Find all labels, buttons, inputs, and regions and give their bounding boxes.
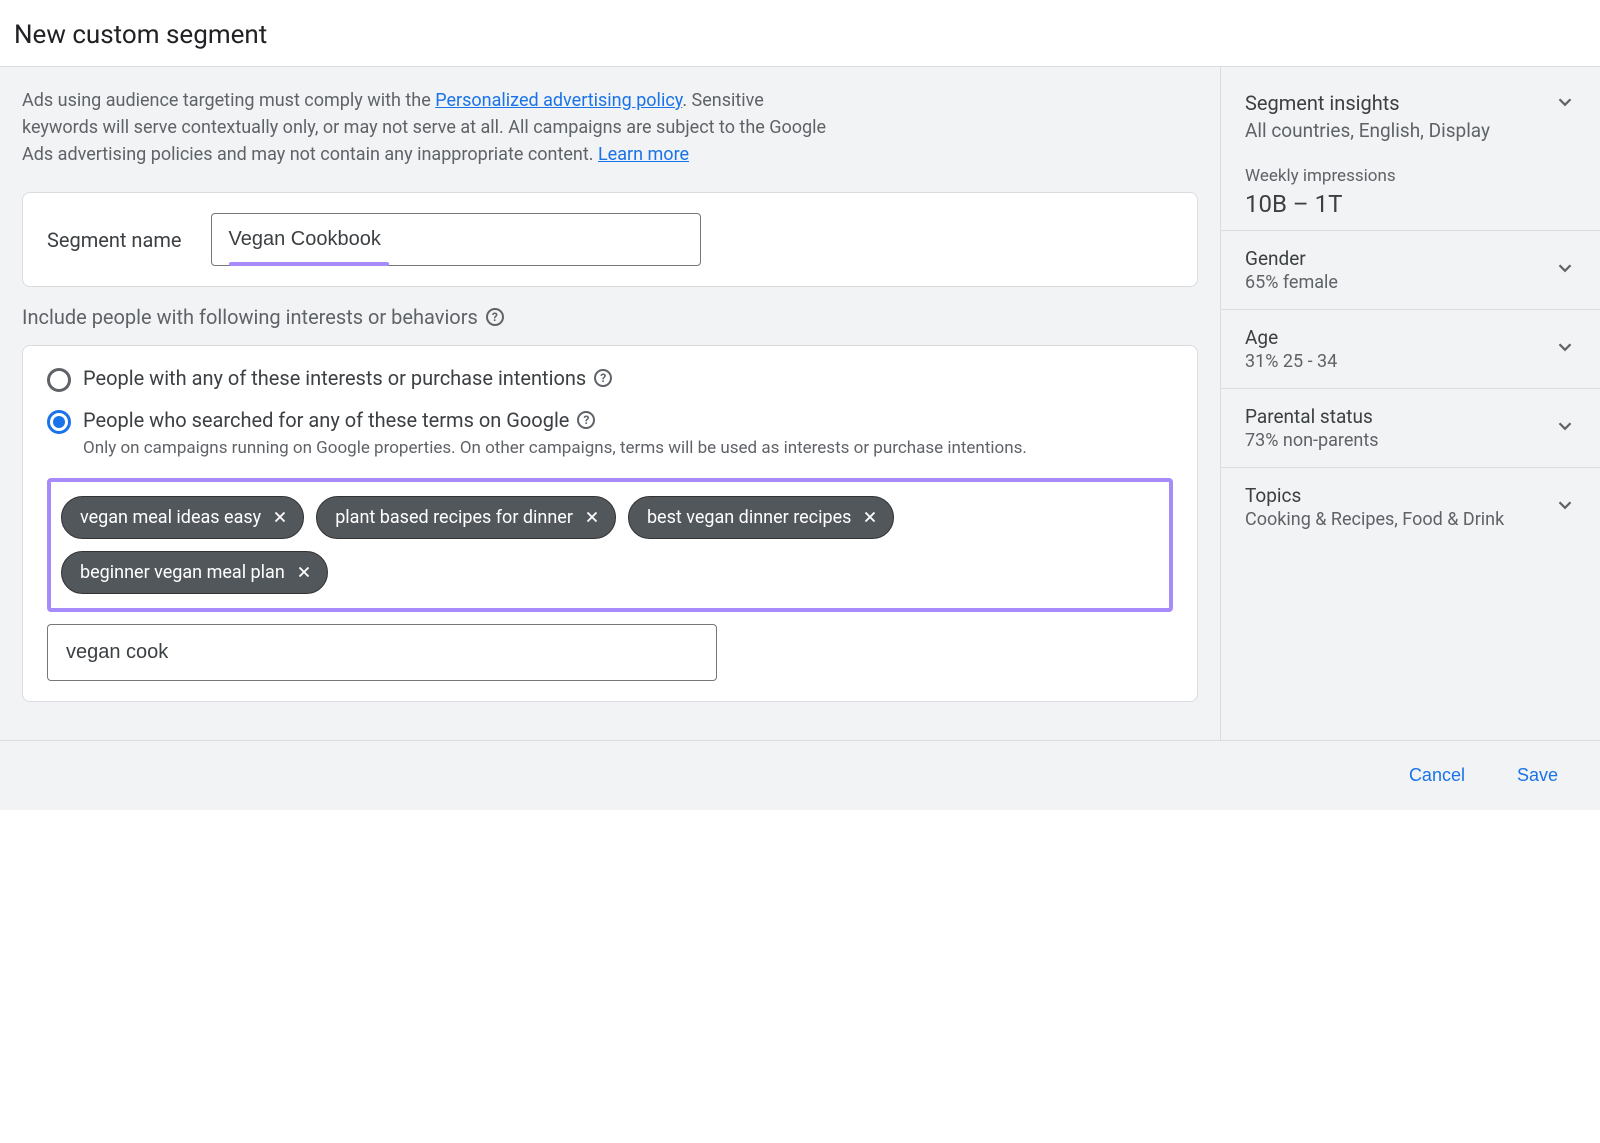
include-heading: Include people with following interests … xyxy=(22,305,1198,329)
policy-link[interactable]: Personalized advertising policy xyxy=(435,90,682,111)
term-chip: vegan meal ideas easy xyxy=(61,496,304,539)
radio-searched-terms[interactable]: People who searched for any of these ter… xyxy=(47,408,1173,462)
chevron-down-icon[interactable] xyxy=(1554,257,1576,283)
radio-dot-icon xyxy=(53,416,65,428)
chip-label: beginner vegan meal plan xyxy=(80,562,285,583)
impressions-value: 10B – 1T xyxy=(1245,190,1576,218)
learn-more-link[interactable]: Learn more xyxy=(598,144,689,165)
policy-notice: Ads using audience targeting must comply… xyxy=(22,87,842,168)
page-title: New custom segment xyxy=(14,20,1586,50)
close-icon[interactable] xyxy=(861,508,879,526)
insight-parental-status[interactable]: Parental status 73% non-parents xyxy=(1221,388,1600,467)
insight-value: 65% female xyxy=(1245,272,1546,293)
radio-icon xyxy=(47,368,71,392)
insight-label: Age xyxy=(1245,326,1546,349)
insight-label: Topics xyxy=(1245,484,1546,507)
chevron-down-icon[interactable] xyxy=(1554,91,1576,117)
insight-age[interactable]: Age 31% 25 - 34 xyxy=(1221,309,1600,388)
add-term-input[interactable] xyxy=(47,624,717,681)
term-chip: best vegan dinner recipes xyxy=(628,496,895,539)
radio-searched-label: People who searched for any of these ter… xyxy=(83,408,569,432)
include-heading-text: Include people with following interests … xyxy=(22,305,478,329)
chevron-down-icon[interactable] xyxy=(1554,494,1576,520)
chevron-down-icon[interactable] xyxy=(1554,415,1576,441)
insights-subtitle: All countries, English, Display xyxy=(1245,119,1490,142)
segment-name-card: Segment name xyxy=(22,192,1198,287)
radio-icon-selected xyxy=(47,410,71,434)
main-panel: Ads using audience targeting must comply… xyxy=(0,67,1220,740)
close-icon[interactable] xyxy=(295,563,313,581)
highlight-underline xyxy=(229,262,389,266)
chip-label: vegan meal ideas easy xyxy=(80,507,261,528)
impressions-label: Weekly impressions xyxy=(1245,166,1576,186)
chevron-down-icon[interactable] xyxy=(1554,336,1576,362)
chip-label: plant based recipes for dinner xyxy=(335,507,573,528)
insight-value: 73% non-parents xyxy=(1245,430,1546,451)
insight-topics[interactable]: Topics Cooking & Recipes, Food & Drink xyxy=(1221,467,1600,546)
footer: Cancel Save xyxy=(0,740,1600,810)
chip-label: best vegan dinner recipes xyxy=(647,507,852,528)
policy-text-prefix: Ads using audience targeting must comply… xyxy=(22,90,435,111)
cancel-button[interactable]: Cancel xyxy=(1397,757,1477,794)
radio-searched-sublabel: Only on campaigns running on Google prop… xyxy=(83,436,1173,462)
term-chip: plant based recipes for dinner xyxy=(316,496,616,539)
insight-gender[interactable]: Gender 65% female xyxy=(1221,230,1600,309)
behaviors-card: People with any of these interests or pu… xyxy=(22,345,1198,702)
help-icon[interactable]: ? xyxy=(486,308,504,326)
save-button[interactable]: Save xyxy=(1505,757,1570,794)
insight-value: 31% 25 - 34 xyxy=(1245,351,1546,372)
insights-title: Segment insights xyxy=(1245,91,1490,115)
radio-interests-label: People with any of these interests or pu… xyxy=(83,366,586,390)
insight-value: Cooking & Recipes, Food & Drink xyxy=(1245,509,1546,530)
content-area: Ads using audience targeting must comply… xyxy=(0,67,1600,740)
header: New custom segment xyxy=(0,0,1600,67)
help-icon[interactable]: ? xyxy=(594,369,612,387)
help-icon[interactable]: ? xyxy=(577,411,595,429)
insights-sidebar: Segment insights All countries, English,… xyxy=(1220,67,1600,740)
segment-name-input[interactable] xyxy=(211,213,701,266)
segment-name-label: Segment name xyxy=(47,228,181,252)
close-icon[interactable] xyxy=(583,508,601,526)
search-terms-chips: vegan meal ideas easy plant based recipe… xyxy=(47,478,1173,612)
radio-interests[interactable]: People with any of these interests or pu… xyxy=(47,366,1173,392)
close-icon[interactable] xyxy=(271,508,289,526)
term-chip: beginner vegan meal plan xyxy=(61,551,328,594)
insight-label: Gender xyxy=(1245,247,1546,270)
insight-label: Parental status xyxy=(1245,405,1546,428)
